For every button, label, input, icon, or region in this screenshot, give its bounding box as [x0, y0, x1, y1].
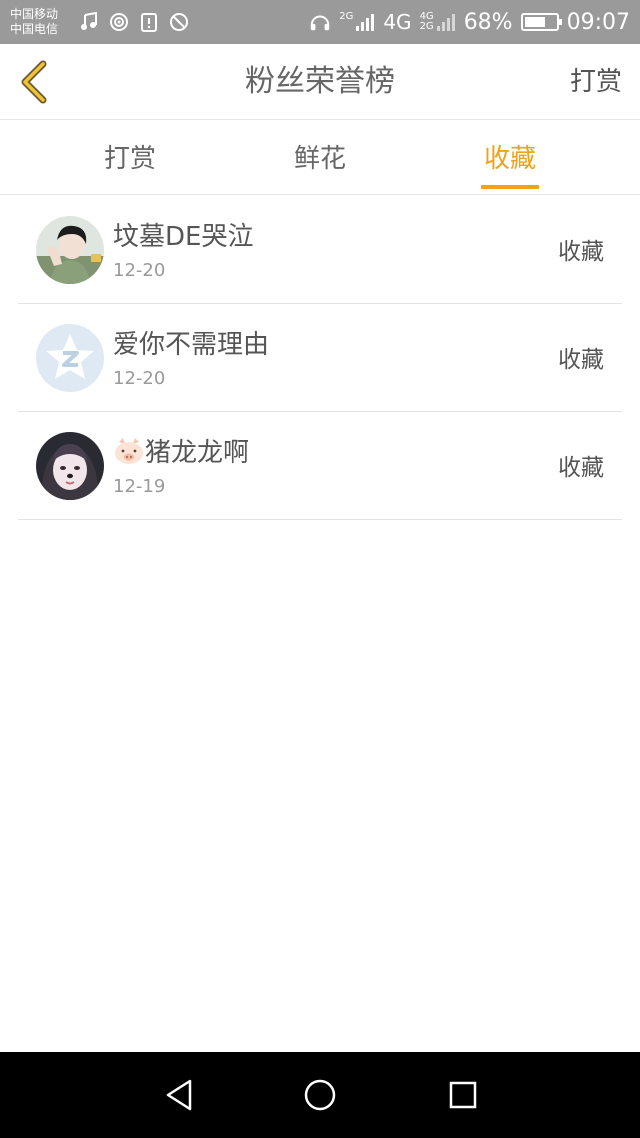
- signal-4g2g-group: 4G 2G: [420, 12, 456, 32]
- network-2g-small: 2G: [419, 21, 434, 32]
- clock: 09:07: [566, 9, 630, 35]
- item-action-label: 收藏: [558, 347, 604, 373]
- tab-bar: 打赏 鲜花 收藏: [0, 121, 640, 195]
- battery-fill: [524, 17, 545, 27]
- tab-label: 鲜花: [293, 144, 346, 174]
- carrier-2: 中国电信: [10, 22, 59, 36]
- carrier-info: 中国移动 中国电信: [10, 7, 72, 37]
- signal-2g-group: 2G: [339, 12, 375, 32]
- headphones-icon: [309, 11, 331, 33]
- back-triangle-icon: [166, 1079, 192, 1111]
- avatar[interactable]: [36, 432, 104, 500]
- user-name: 坟墓DE哭泣: [113, 222, 254, 252]
- status-bar: 中国移动 中国电信 2G 4G 4G 2G 68% 09:07: [0, 0, 640, 44]
- network-4g-label: 4G: [383, 10, 412, 34]
- tab-flowers[interactable]: 鲜花: [260, 121, 380, 195]
- nav-recents-button[interactable]: [440, 1072, 486, 1118]
- tab-active-indicator: [481, 185, 539, 189]
- item-date: 12-20: [113, 368, 166, 389]
- user-photo-avatar: [36, 432, 104, 500]
- item-date: 12-20: [113, 260, 166, 281]
- fan-list: 坟墓DE哭泣 12-20 收藏 爱你不需理由 12-20 收藏 猪龙龙啊 12-…: [18, 196, 622, 520]
- item-date: 12-19: [113, 476, 166, 497]
- header-bar: 粉丝荣誉榜 打赏: [0, 44, 640, 120]
- list-item[interactable]: 爱你不需理由 12-20 收藏: [18, 304, 622, 412]
- home-circle-icon: [304, 1079, 336, 1111]
- user-photo-avatar: [36, 216, 104, 284]
- avatar[interactable]: [36, 216, 104, 284]
- nav-back-button[interactable]: [156, 1072, 202, 1118]
- tab-label: 打赏: [103, 144, 156, 174]
- battery-icon: [520, 13, 562, 31]
- signal-icon: [356, 14, 375, 31]
- network-2g-label: 2G: [339, 11, 354, 22]
- battery-percent: 68%: [463, 9, 513, 35]
- carrier-1: 中国移动: [10, 7, 59, 21]
- page-title: 粉丝荣誉榜: [245, 64, 395, 99]
- pig-emoji-icon: [115, 438, 143, 464]
- system-nav-bar: [0, 1052, 640, 1138]
- recents-square-icon: [449, 1081, 477, 1109]
- tab-tips[interactable]: 打赏: [70, 121, 190, 195]
- nav-home-button[interactable]: [297, 1072, 343, 1118]
- tip-button[interactable]: 打赏: [570, 44, 622, 120]
- blocked-icon: [168, 11, 190, 33]
- list-item[interactable]: 坟墓DE哭泣 12-20 收藏: [18, 196, 622, 304]
- signal-icon: [436, 14, 455, 31]
- music-icon: [78, 11, 100, 33]
- user-name: 猪龙龙啊: [113, 432, 249, 469]
- hotspot-icon: [108, 11, 130, 33]
- list-item[interactable]: 猪龙龙啊 12-19 收藏: [18, 412, 622, 520]
- user-name-text: 猪龙龙啊: [145, 438, 250, 468]
- storage-warning-icon: [138, 11, 160, 33]
- default-qq-avatar: [36, 324, 104, 392]
- user-name: 爱你不需理由: [113, 330, 270, 360]
- item-action-label: 收藏: [558, 239, 604, 265]
- tab-favorites[interactable]: 收藏: [450, 121, 570, 195]
- avatar[interactable]: [36, 324, 104, 392]
- item-action-label: 收藏: [558, 455, 604, 481]
